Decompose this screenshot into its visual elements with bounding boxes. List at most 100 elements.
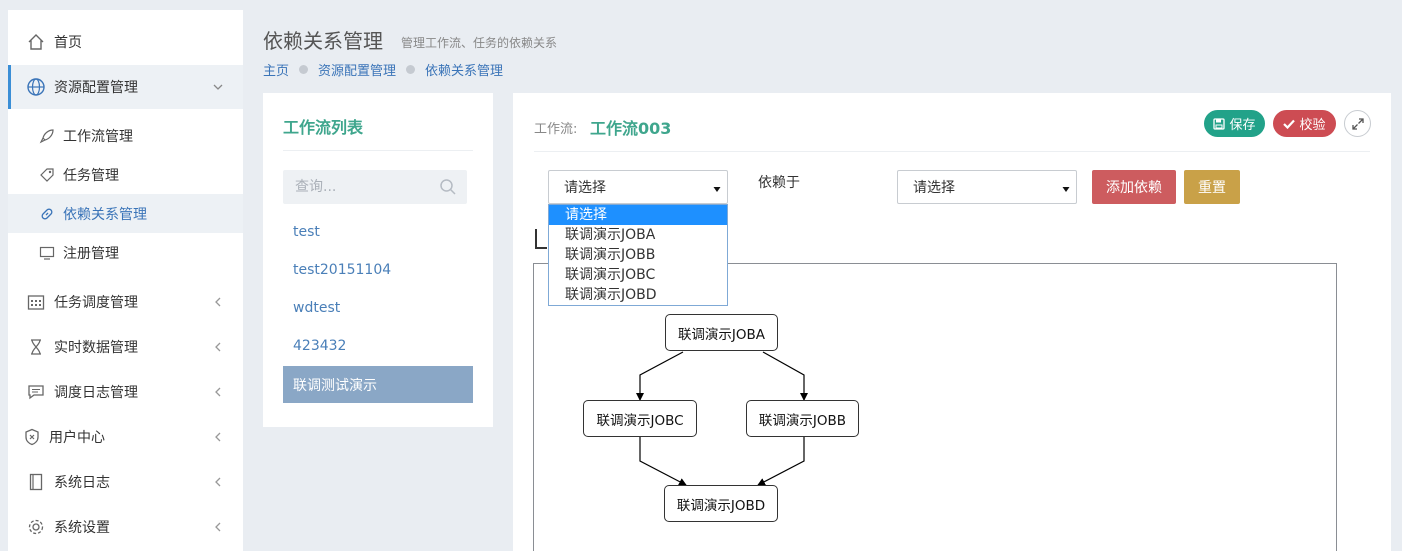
rocket-icon	[38, 127, 56, 145]
nav-item-system-settings[interactable]: 系统设置	[8, 507, 243, 547]
page-subtitle: 管理工作流、任务的依赖关系	[401, 36, 558, 50]
depends-on-label: 依赖于	[758, 175, 800, 191]
calendar-icon	[26, 292, 46, 312]
edge-joba-jobc	[636, 351, 684, 401]
save-button-label: 保存	[1229, 118, 1256, 133]
chevron-left-icon	[213, 297, 223, 307]
workflow-search	[283, 170, 467, 204]
workflow-list-item-selected[interactable]: 联调测试演示	[283, 366, 473, 403]
divider	[283, 150, 473, 151]
caret-down-icon	[713, 182, 721, 192]
nav-item-label: 用户中心	[49, 430, 105, 446]
sidebar-item-label: 注册管理	[63, 245, 119, 262]
nav-item-label: 系统设置	[54, 520, 110, 536]
add-dependency-button[interactable]: 添加依赖	[1092, 170, 1176, 204]
chevron-left-icon	[213, 432, 223, 442]
dependency-editor-panel: 工作流: 工作流003 保存 校验 请选择 依赖于 请选择 添加依赖 重置 联调…	[513, 93, 1391, 551]
gear-icon	[26, 517, 46, 537]
breadcrumb-separator	[406, 65, 416, 74]
nav-item-label: 调度日志管理	[54, 385, 138, 401]
workflow-label: 工作流:	[534, 122, 578, 137]
nav-item-system-log[interactable]: 系统日志	[8, 462, 243, 502]
nav-item-realtime-data[interactable]: 实时数据管理	[8, 327, 243, 367]
graph-node-jobd[interactable]: 联调演示JOBD	[664, 485, 778, 522]
caret-down-icon	[1062, 182, 1070, 192]
search-input[interactable]	[283, 170, 433, 204]
workflow-list-item[interactable]: test	[283, 213, 473, 250]
check-icon	[1283, 119, 1296, 129]
graph-node-joba[interactable]: 联调演示JOBA	[665, 314, 778, 351]
target-job-select-value: 请选择	[913, 180, 955, 196]
workflow-name: 工作流003	[590, 119, 672, 138]
tag-icon	[38, 166, 56, 184]
save-button[interactable]: 保存	[1204, 110, 1265, 137]
chevron-left-icon	[213, 522, 223, 532]
target-job-select[interactable]: 请选择	[897, 170, 1077, 204]
nav-item-resource-config[interactable]: 资源配置管理	[8, 65, 243, 109]
sidebar-item-dependency[interactable]: 依赖关系管理	[8, 194, 243, 233]
chevron-down-icon	[213, 82, 223, 92]
hourglass-icon	[26, 337, 46, 357]
edge-jobb-jobd	[757, 437, 805, 486]
sidebar-item-workflow[interactable]: 工作流管理	[8, 116, 243, 155]
workflow-list-item[interactable]: test20151104	[283, 251, 473, 288]
dropdown-option[interactable]: 请选择	[549, 205, 727, 225]
search-icon[interactable]	[439, 178, 457, 196]
graph-node-jobb[interactable]: 联调演示JOBB	[746, 400, 859, 437]
nav-item-label: 资源配置管理	[54, 80, 138, 96]
home-icon	[26, 32, 46, 52]
dependency-graph: 联调演示JOBA 联调演示JOBC 联调演示JOBB 联调演示JOBD	[533, 263, 1337, 551]
workflow-list-item[interactable]: wdtest	[283, 289, 473, 326]
nav-item-user-center[interactable]: 用户中心	[8, 417, 243, 457]
chevron-left-icon	[213, 342, 223, 352]
check-button-label: 校验	[1299, 118, 1326, 133]
workflow-list-title: 工作流列表	[283, 118, 364, 137]
divider	[534, 151, 1370, 152]
breadcrumb: 主页 资源配置管理 依赖关系管理	[263, 60, 503, 79]
dropdown-option[interactable]: 联调演示JOBC	[549, 265, 727, 285]
globe-icon	[26, 77, 46, 97]
reset-button[interactable]: 重置	[1184, 170, 1240, 204]
nav-item-task-schedule[interactable]: 任务调度管理	[8, 282, 243, 322]
save-icon	[1213, 117, 1226, 130]
check-button[interactable]: 校验	[1273, 110, 1336, 137]
nav-item-schedule-log[interactable]: 调度日志管理	[8, 372, 243, 412]
graph-node-jobc[interactable]: 联调演示JOBC	[583, 400, 697, 437]
chat-icon	[26, 382, 46, 402]
nav-item-label: 首页	[54, 35, 82, 51]
edge-jobc-jobd	[639, 437, 687, 486]
nav-item-label: 系统日志	[54, 475, 110, 491]
nav-item-label: 实时数据管理	[54, 340, 138, 356]
monitor-icon	[38, 244, 56, 262]
book-icon	[26, 472, 46, 492]
sidebar: 首页 资源配置管理 工作流管理 任务管理 依赖关系管理 注册管理 任务调度管理 …	[8, 10, 243, 551]
sidebar-item-register[interactable]: 注册管理	[8, 233, 243, 272]
expand-icon	[1351, 117, 1364, 130]
edge-joba-jobb	[762, 351, 808, 401]
source-job-dropdown: 请选择 联调演示JOBA 联调演示JOBB 联调演示JOBC 联调演示JOBD	[548, 204, 728, 306]
source-job-select-value: 请选择	[564, 180, 606, 196]
expand-button[interactable]	[1344, 110, 1371, 137]
sidebar-item-task[interactable]: 任务管理	[8, 155, 243, 194]
workflow-list-panel: 工作流列表 test test20151104 wdtest 423432 联调…	[263, 93, 493, 427]
sidebar-item-label: 任务管理	[63, 167, 119, 184]
breadcrumb-dependency[interactable]: 依赖关系管理	[425, 60, 503, 79]
breadcrumb-separator	[299, 65, 309, 74]
breadcrumb-home[interactable]: 主页	[263, 60, 289, 79]
shield-icon	[22, 427, 42, 447]
graph-tab-marker	[535, 229, 547, 249]
sidebar-item-label: 依赖关系管理	[63, 206, 147, 223]
breadcrumb-resource-config[interactable]: 资源配置管理	[318, 60, 396, 79]
dropdown-option[interactable]: 联调演示JOBB	[549, 245, 727, 265]
chevron-left-icon	[213, 477, 223, 487]
chevron-left-icon	[213, 387, 223, 397]
dropdown-option[interactable]: 联调演示JOBA	[549, 225, 727, 245]
link-icon	[38, 205, 56, 223]
sidebar-item-label: 工作流管理	[63, 128, 133, 145]
page-title: 依赖关系管理	[263, 29, 383, 53]
dropdown-option[interactable]: 联调演示JOBD	[549, 285, 727, 305]
nav-item-label: 任务调度管理	[54, 295, 138, 311]
nav-item-home[interactable]: 首页	[8, 22, 243, 62]
source-job-select[interactable]: 请选择	[548, 170, 728, 204]
workflow-list-item[interactable]: 423432	[283, 327, 473, 364]
